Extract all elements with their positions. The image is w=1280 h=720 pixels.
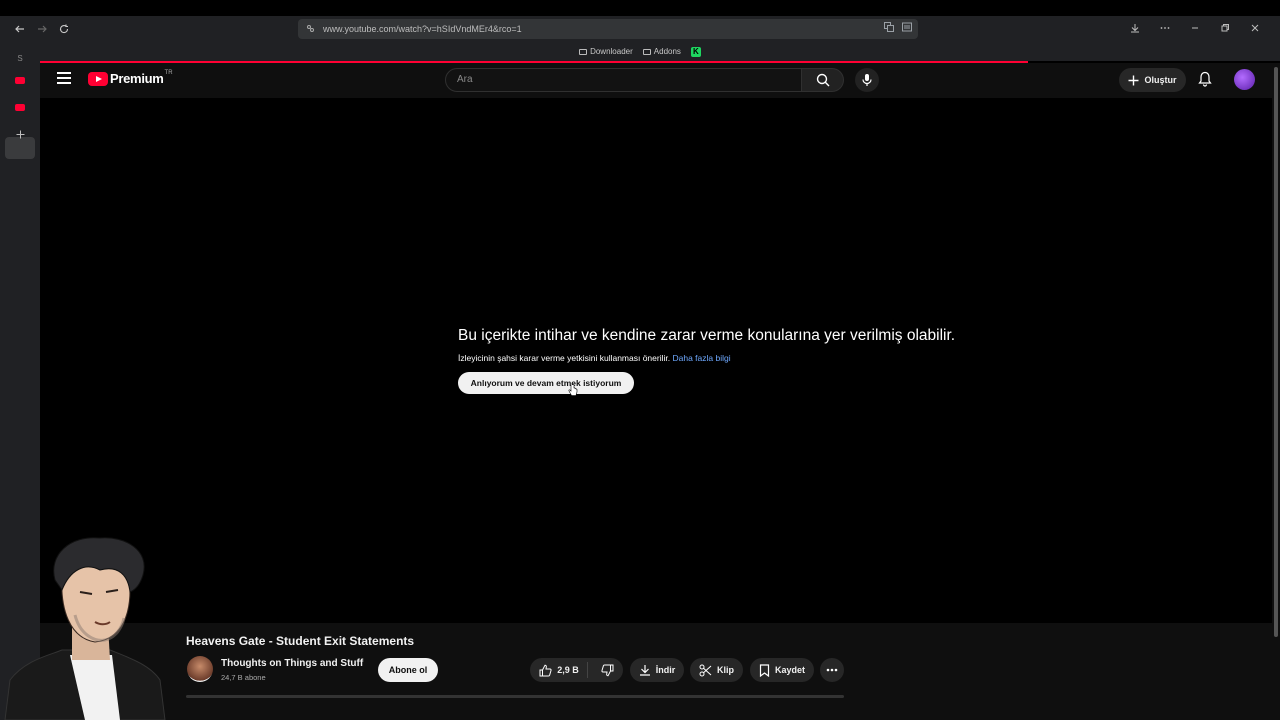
logo-text: Premium <box>110 71 164 86</box>
create-button[interactable]: Oluştur <box>1119 68 1186 92</box>
browser-top-strip <box>0 0 1280 16</box>
bookmark-downloader[interactable]: Downloader <box>579 47 633 56</box>
download-icon <box>639 665 650 676</box>
more-actions-button[interactable] <box>820 658 844 682</box>
youtube-premium-logo[interactable]: Premium TR <box>88 69 173 86</box>
logo-region: TR <box>164 69 173 76</box>
subscriber-count: 24,7 B abone <box>221 673 266 682</box>
minimize-icon[interactable] <box>1180 23 1210 36</box>
search-button[interactable] <box>802 68 844 92</box>
translate-icon[interactable] <box>884 22 894 35</box>
back-icon[interactable] <box>9 18 31 40</box>
youtube-header: Premium TR Ara Oluştur <box>40 63 1272 98</box>
hand-cursor-icon <box>568 384 578 396</box>
bookmark-icon <box>759 663 770 677</box>
content-warning-title: Bu içerikte intihar ve kendine zarar ver… <box>458 327 956 344</box>
browser-toolbar: www.youtube.com/watch?v=hSIdVndMEr4&rco=… <box>0 16 1280 42</box>
search-icon <box>816 73 829 87</box>
learn-more-link[interactable]: Daha fazla bilgi <box>672 353 730 363</box>
bookmark-label: Addons <box>653 47 681 56</box>
video-title: Heavens Gate - Student Exit Statements <box>186 634 415 648</box>
thumbs-down-icon <box>601 664 614 676</box>
menu-dots-icon[interactable] <box>1150 23 1180 36</box>
voice-search-button[interactable] <box>855 68 879 92</box>
dislike-button[interactable] <box>593 664 614 677</box>
sidebar-s-item[interactable]: S <box>10 50 30 66</box>
folder-icon <box>642 48 651 55</box>
more-horizontal-icon <box>826 668 838 672</box>
description-box-edge <box>186 695 844 698</box>
like-dislike-group: 2,9 B <box>530 658 623 682</box>
account-avatar[interactable] <box>1234 69 1255 90</box>
accept-continue-button[interactable]: Anlıyorum ve devam etmek istiyorum <box>458 372 634 394</box>
page-scrollbar[interactable] <box>1272 63 1280 720</box>
thumbs-up-icon <box>539 664 552 676</box>
video-player[interactable]: Bu içerikte intihar ve kendine zarar ver… <box>40 98 1272 623</box>
download-label: İndir <box>655 665 676 675</box>
youtube-active-tab-icon[interactable] <box>10 99 30 115</box>
microphone-icon <box>862 74 872 86</box>
clip-button[interactable]: Klip <box>690 658 743 682</box>
notifications-bell-icon[interactable] <box>1198 71 1212 87</box>
save-label: Kaydet <box>774 665 805 675</box>
restore-icon[interactable] <box>1210 23 1240 36</box>
scrollbar-thumb[interactable] <box>1274 67 1278 637</box>
plus-icon <box>1128 75 1139 85</box>
clip-label: Klip <box>717 665 734 675</box>
youtube-play-icon <box>88 71 108 86</box>
add-panel-icon[interactable] <box>10 126 30 142</box>
download-button[interactable]: İndir <box>630 658 684 682</box>
youtube-tab-icon[interactable] <box>10 72 30 88</box>
warning-subtitle-text: İzleyicinin şahsi karar verme yetkisini … <box>458 353 671 363</box>
site-info-icon[interactable] <box>306 24 315 35</box>
bookmarks-bar: Downloader Addons K <box>0 42 1280 61</box>
bookmark-addons[interactable]: Addons <box>642 47 681 56</box>
channel-name[interactable]: Thoughts on Things and Stuff <box>221 658 363 669</box>
folder-icon <box>579 48 588 55</box>
create-label: Oluştur <box>1144 75 1177 85</box>
bookmark-label: Downloader <box>590 47 633 56</box>
reader-mode-icon[interactable] <box>902 22 912 35</box>
forward-icon[interactable] <box>31 18 53 40</box>
subscribe-button[interactable]: Abone ol <box>378 658 438 682</box>
hamburger-menu-icon[interactable] <box>57 72 71 86</box>
save-button[interactable]: Kaydet <box>750 658 814 682</box>
address-bar[interactable]: www.youtube.com/watch?v=hSIdVndMEr4&rco=… <box>298 19 918 39</box>
url-text: www.youtube.com/watch?v=hSIdVndMEr4&rco=… <box>323 24 522 34</box>
like-button[interactable]: 2,9 B <box>539 662 588 678</box>
search-input[interactable]: Ara <box>445 68 802 92</box>
content-warning-subtitle: İzleyicinin şahsi karar verme yetkisini … <box>458 353 731 363</box>
bookmark-k-icon[interactable]: K <box>690 46 701 57</box>
downloads-icon[interactable] <box>1120 23 1150 36</box>
scissors-icon <box>699 664 712 676</box>
streamer-avatar-illustration <box>4 537 166 720</box>
like-count: 2,9 B <box>557 665 579 675</box>
close-window-icon[interactable] <box>1240 23 1270 36</box>
reload-icon[interactable] <box>53 18 75 40</box>
youtube-page: Premium TR Ara Oluştur Bu içerikte intih… <box>40 63 1272 720</box>
channel-avatar[interactable] <box>187 656 213 682</box>
